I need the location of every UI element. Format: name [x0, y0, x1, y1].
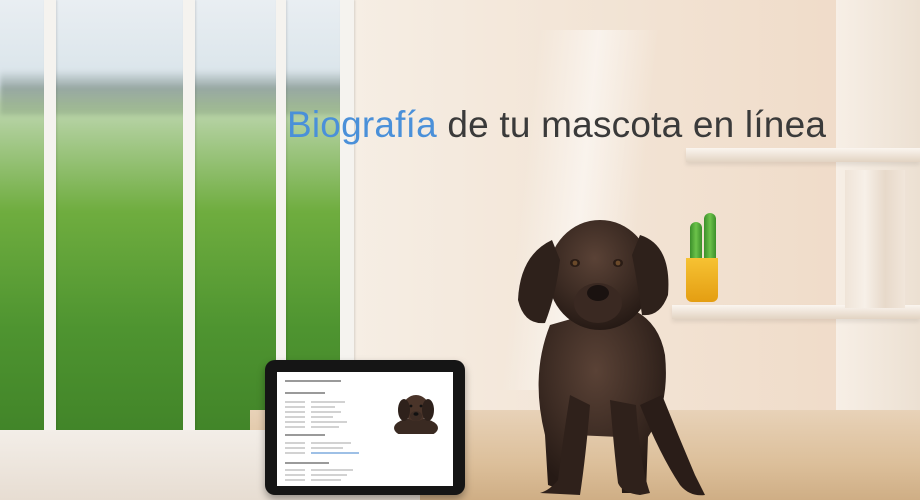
tablet-device-icon — [265, 360, 465, 495]
window-frame — [183, 0, 195, 470]
shelf — [686, 148, 920, 162]
hero-banner: Biografía de tu mascota en línea — [0, 0, 920, 500]
screen-puppy-photo — [394, 395, 438, 434]
screen-title-bar — [285, 380, 341, 382]
books — [845, 170, 905, 308]
headline-rest: de tu mascota en línea — [447, 104, 827, 145]
screen-section-bar — [285, 434, 325, 436]
puppy-icon — [518, 220, 705, 496]
page-title: Biografía de tu mascota en línea — [287, 104, 826, 146]
tablet-screen — [277, 372, 453, 486]
screen-section-bar — [285, 392, 325, 394]
screen-section-bar — [285, 462, 329, 464]
headline-accent: Biografía — [287, 104, 437, 145]
window-frame — [44, 0, 56, 470]
